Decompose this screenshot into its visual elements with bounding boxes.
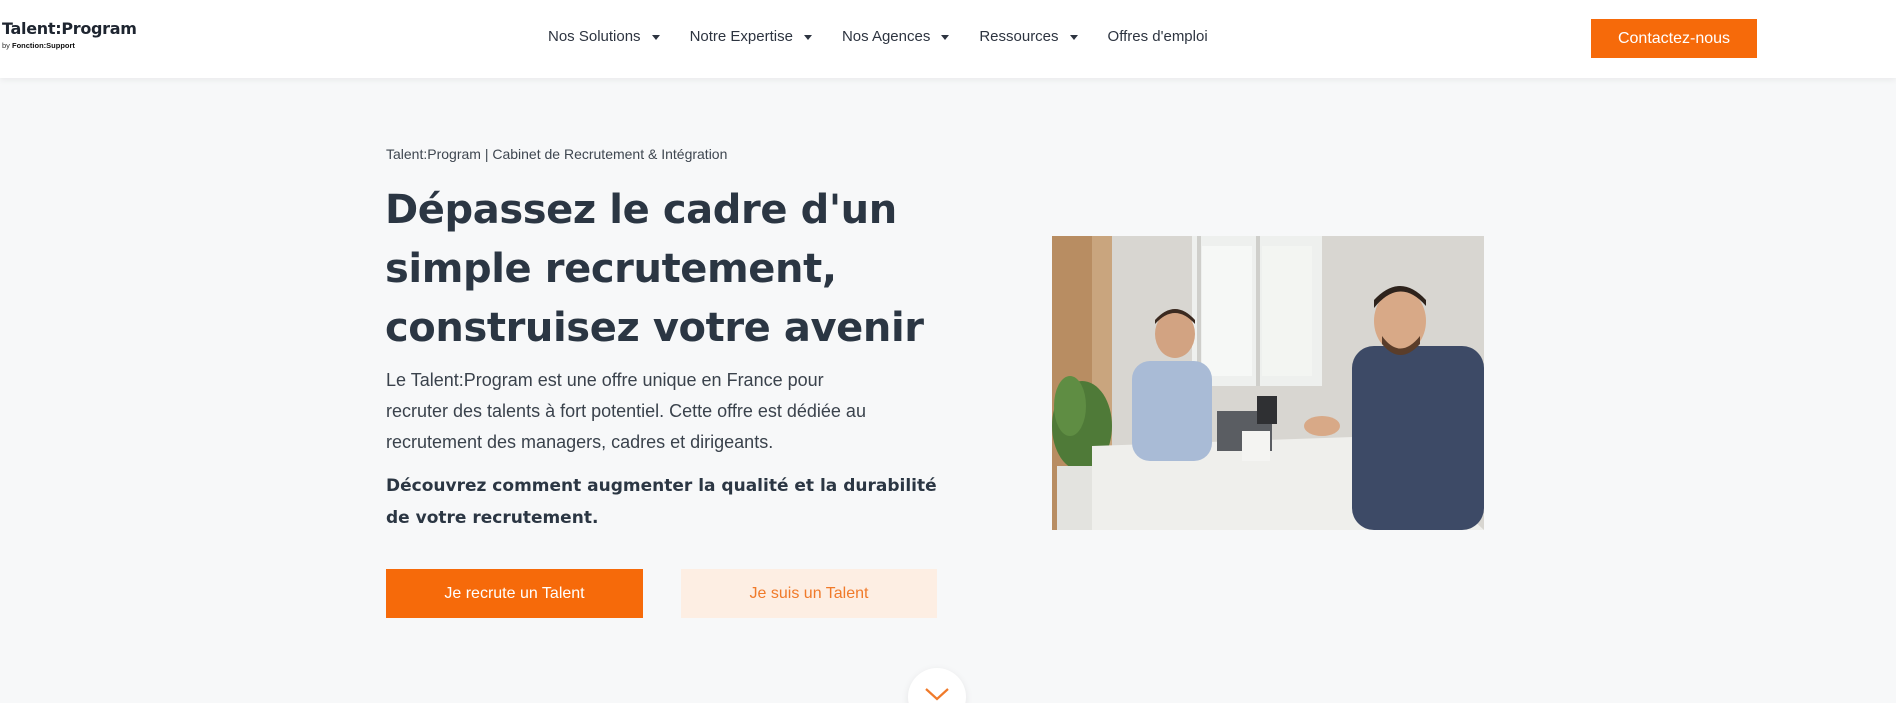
page-title: Dépassez le cadre d'un simple recrutemen… bbox=[385, 181, 985, 358]
hero-description: Le Talent:Program est une offre unique e… bbox=[386, 365, 946, 458]
description-line: recruter des talents à fort potentiel. C… bbox=[386, 401, 866, 421]
description-line: Le Talent:Program est une offre unique e… bbox=[386, 370, 824, 390]
highlight-line: de votre recrutement. bbox=[386, 508, 599, 528]
highlight-line: Découvrez comment augmenter la qualité e… bbox=[386, 476, 937, 496]
main-nav: Nos Solutions Notre Expertise Nos Agence… bbox=[548, 27, 1238, 47]
nav-item-ressources[interactable]: Ressources bbox=[979, 27, 1078, 47]
recruit-talent-button[interactable]: Je recrute un Talent bbox=[386, 569, 643, 618]
chevron-down-icon bbox=[941, 34, 950, 40]
logo-tagline: by Fonction:Support bbox=[2, 41, 75, 50]
chevron-down-icon bbox=[651, 34, 660, 40]
title-line: Dépassez le cadre d'un bbox=[385, 187, 897, 233]
i-am-talent-button[interactable]: Je suis un Talent bbox=[681, 569, 937, 618]
nav-item-agences[interactable]: Nos Agences bbox=[841, 27, 950, 47]
breadcrumb: Talent:Program | Cabinet de Recrutement … bbox=[386, 146, 728, 162]
logo-wordmark: Talent:Program bbox=[2, 19, 137, 38]
nav-item-label: Notre Expertise bbox=[689, 28, 793, 45]
chevron-down-icon bbox=[1069, 34, 1078, 40]
hero-photo bbox=[1052, 236, 1484, 530]
contact-button[interactable]: Contactez-nous bbox=[1591, 19, 1757, 58]
chevron-down-icon bbox=[925, 688, 949, 701]
scroll-down-button[interactable] bbox=[908, 668, 966, 703]
site-header: Talent:Program by Fonction:Support Nos S… bbox=[0, 0, 1896, 78]
nav-item-expertise[interactable]: Notre Expertise bbox=[690, 27, 812, 47]
nav-item-label: Nos Agences bbox=[841, 28, 931, 45]
nav-item-label: Offres d'emploi bbox=[1107, 28, 1208, 45]
title-line: construisez votre avenir bbox=[385, 305, 924, 351]
hero-highlight: Découvrez comment augmenter la qualité e… bbox=[386, 470, 946, 534]
nav-item-offres[interactable]: Offres d'emploi bbox=[1108, 27, 1208, 47]
nav-item-solutions[interactable]: Nos Solutions bbox=[548, 27, 660, 47]
description-line: recrutement des managers, cadres et diri… bbox=[386, 432, 774, 452]
nav-item-label: Ressources bbox=[979, 28, 1059, 45]
chevron-down-icon bbox=[803, 34, 812, 40]
logo[interactable]: Talent:Program by Fonction:Support bbox=[2, 19, 137, 51]
nav-item-label: Nos Solutions bbox=[548, 28, 641, 45]
title-line: simple recrutement, bbox=[385, 246, 837, 292]
